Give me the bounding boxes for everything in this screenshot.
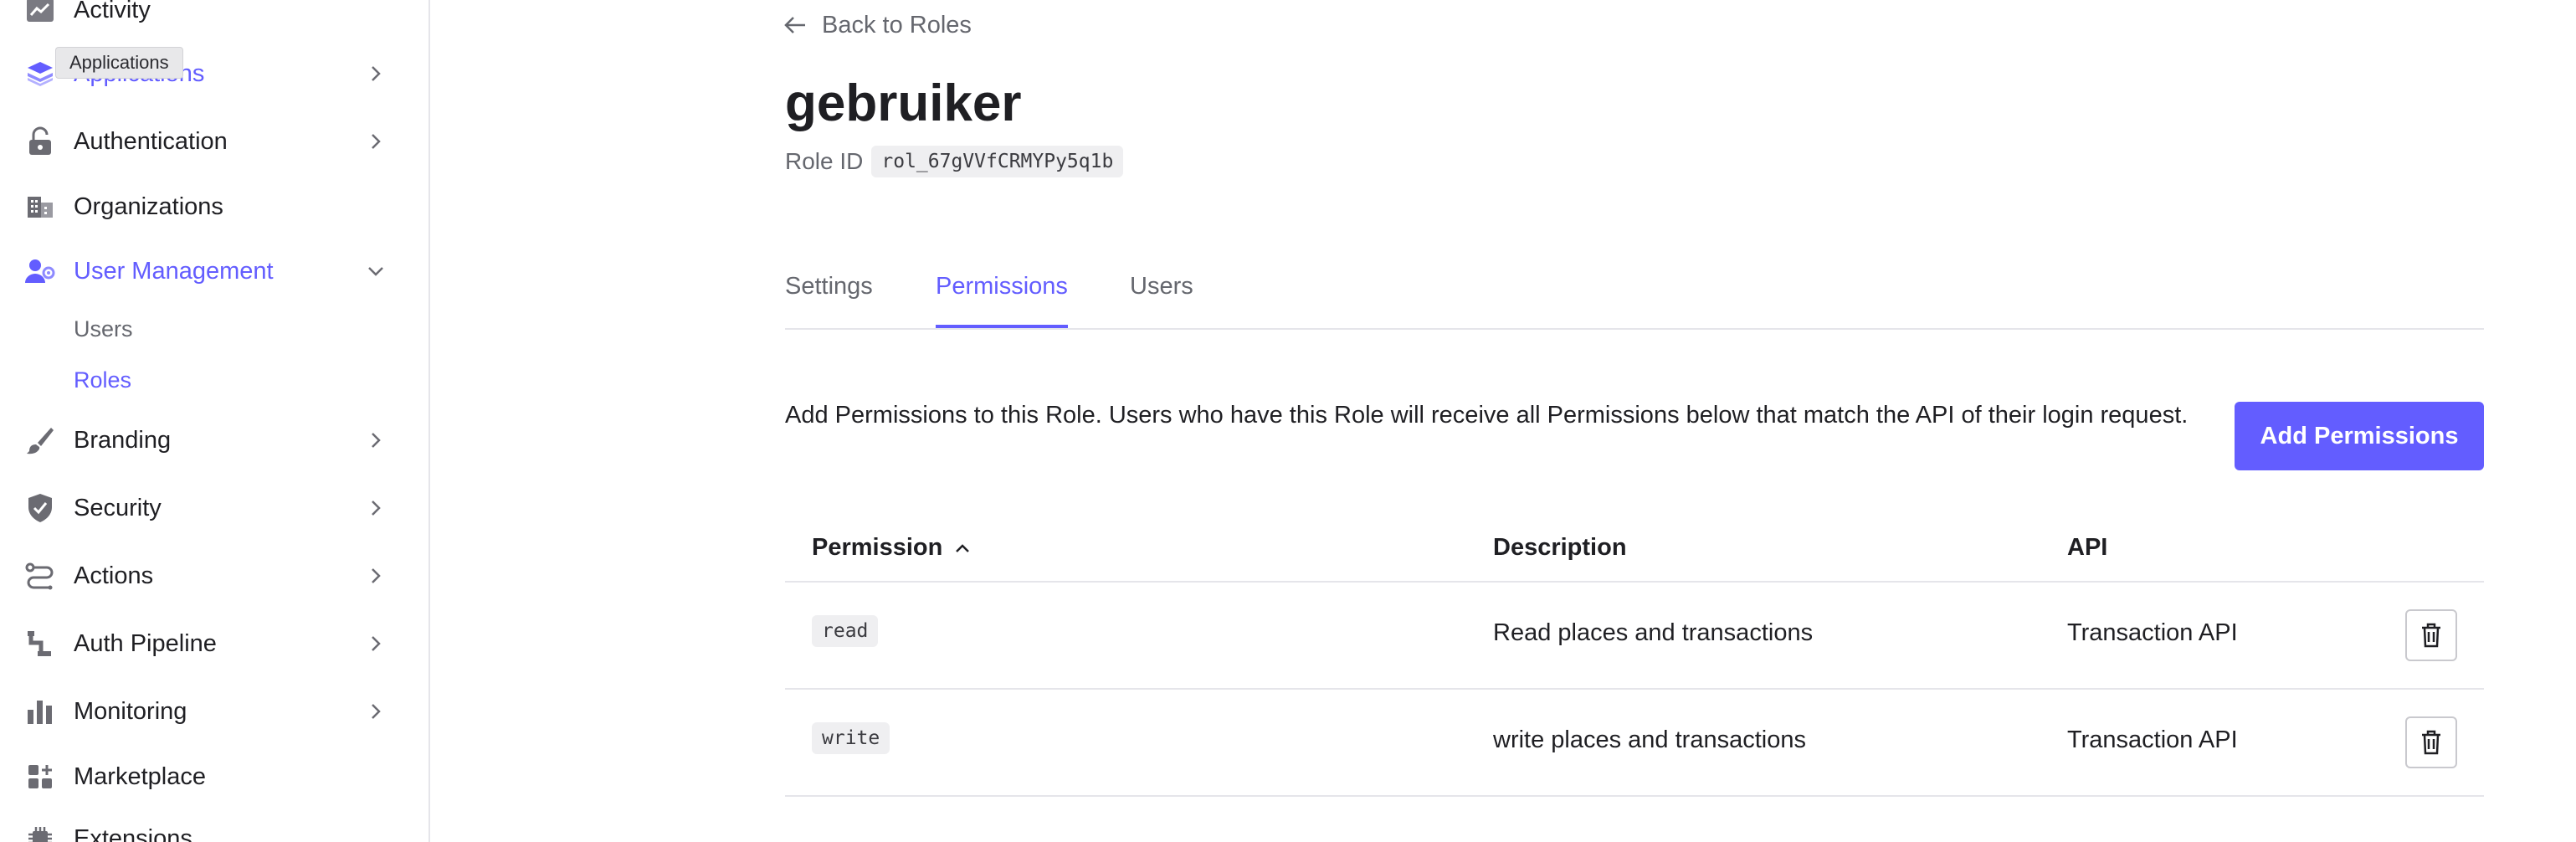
permissions-description: Add Permissions to this Role. Users who …: [785, 402, 2189, 429]
chevron-right-icon: [366, 701, 386, 721]
tabs: Settings Permissions Users: [785, 266, 2484, 330]
bar-chart-icon: [25, 696, 55, 726]
arrow-left-icon: [784, 17, 805, 33]
role-id-value[interactable]: rol_67gVVfCRMYPy5q1b: [871, 146, 1124, 177]
permission-name: read: [812, 615, 879, 647]
delete-permission-button[interactable]: [2405, 716, 2457, 768]
sidebar-item-monitoring[interactable]: Monitoring: [0, 685, 428, 738]
chevron-right-icon: [366, 131, 386, 151]
sidebar-item-authentication[interactable]: Authentication: [0, 115, 428, 168]
table-row: read Read places and transactions Transa…: [785, 583, 2484, 690]
sidebar-item-label: Organizations: [74, 193, 223, 220]
sidebar-item-label: Authentication: [74, 127, 228, 155]
tab-users[interactable]: Users: [1130, 273, 1193, 328]
permission-cell: read: [812, 615, 879, 647]
shield-icon: [25, 493, 55, 523]
chevron-right-icon: [366, 498, 386, 518]
activity-icon: [25, 0, 55, 25]
sort-ascending-icon: [956, 543, 970, 552]
sidebar-item-label: User Management: [74, 257, 274, 285]
tab-settings[interactable]: Settings: [785, 273, 873, 328]
permission-cell: write: [812, 722, 890, 754]
chevron-right-icon: [366, 634, 386, 654]
sidebar-item-activity[interactable]: Activity: [0, 0, 428, 37]
lock-icon: [25, 126, 55, 157]
sidebar-item-label: Actions: [74, 562, 154, 589]
sidebar-item-label: Security: [74, 494, 162, 521]
brush-icon: [25, 425, 55, 455]
tab-permissions[interactable]: Permissions: [936, 273, 1068, 328]
description-cell: Read places and transactions: [1493, 619, 1814, 646]
sidebar-item-actions[interactable]: Actions: [0, 549, 428, 603]
add-permissions-button[interactable]: Add Permissions: [2235, 402, 2484, 470]
description-cell: write places and transactions: [1493, 726, 1806, 753]
user-management-icon: [25, 256, 55, 286]
sidebar-item-security[interactable]: Security: [0, 481, 428, 535]
permissions-table: Permission Description API read Read pla…: [785, 516, 2484, 797]
page-title: gebruiker: [785, 74, 1022, 132]
api-cell: Transaction API: [2067, 619, 2238, 646]
trash-icon: [2422, 623, 2440, 648]
sidebar-item-label: Monitoring: [74, 697, 187, 725]
sidebar-item-marketplace[interactable]: Marketplace: [0, 750, 428, 803]
organizations-icon: [25, 192, 55, 222]
column-header-label: Permission: [812, 534, 943, 561]
sidebar-item-branding[interactable]: Branding: [0, 413, 428, 467]
back-to-roles-link[interactable]: Back to Roles: [783, 7, 972, 44]
api-cell: Transaction API: [2067, 726, 2238, 753]
pipeline-icon: [25, 629, 55, 659]
chevron-right-icon: [366, 430, 386, 450]
column-header-api: API: [2067, 534, 2108, 561]
sidebar-subitem-roles[interactable]: Roles: [74, 367, 131, 393]
sidebar-item-label: Extensions: [74, 824, 192, 842]
actions-icon: [25, 561, 55, 591]
sidebar-item-label: Branding: [74, 426, 172, 454]
chevron-right-icon: [366, 64, 386, 84]
marketplace-icon: [25, 762, 55, 792]
sidebar-item-organizations[interactable]: Organizations: [0, 180, 428, 234]
back-link-label: Back to Roles: [822, 11, 972, 39]
delete-permission-button[interactable]: [2405, 609, 2457, 661]
sidebar-item-auth-pipeline[interactable]: Auth Pipeline: [0, 617, 428, 670]
column-header-description: Description: [1493, 534, 1627, 561]
sidebar-item-user-management[interactable]: User Management: [0, 244, 428, 298]
sidebar-item-label: Activity: [74, 0, 151, 23]
chevron-right-icon: [366, 566, 386, 586]
sidebar: Applications Activity Applications Authe…: [0, 0, 430, 842]
applications-icon: [25, 59, 55, 89]
role-id-row: Role ID rol_67gVVfCRMYPy5q1b: [785, 144, 1124, 179]
trash-icon: [2422, 730, 2440, 755]
chevron-down-icon: [366, 261, 386, 281]
permission-name: write: [812, 722, 890, 754]
sidebar-item-label: Marketplace: [74, 762, 206, 790]
applications-tooltip: Applications: [55, 47, 183, 79]
column-header-permission[interactable]: Permission: [812, 534, 971, 562]
table-header: Permission Description API: [785, 516, 2484, 583]
table-row: write write places and transactions Tran…: [785, 690, 2484, 797]
role-id-label: Role ID: [785, 148, 864, 174]
sidebar-item-label: Auth Pipeline: [74, 629, 217, 657]
sidebar-subitem-users[interactable]: Users: [74, 316, 133, 342]
extensions-icon: [25, 824, 55, 842]
sidebar-item-extensions[interactable]: Extensions: [0, 812, 428, 842]
